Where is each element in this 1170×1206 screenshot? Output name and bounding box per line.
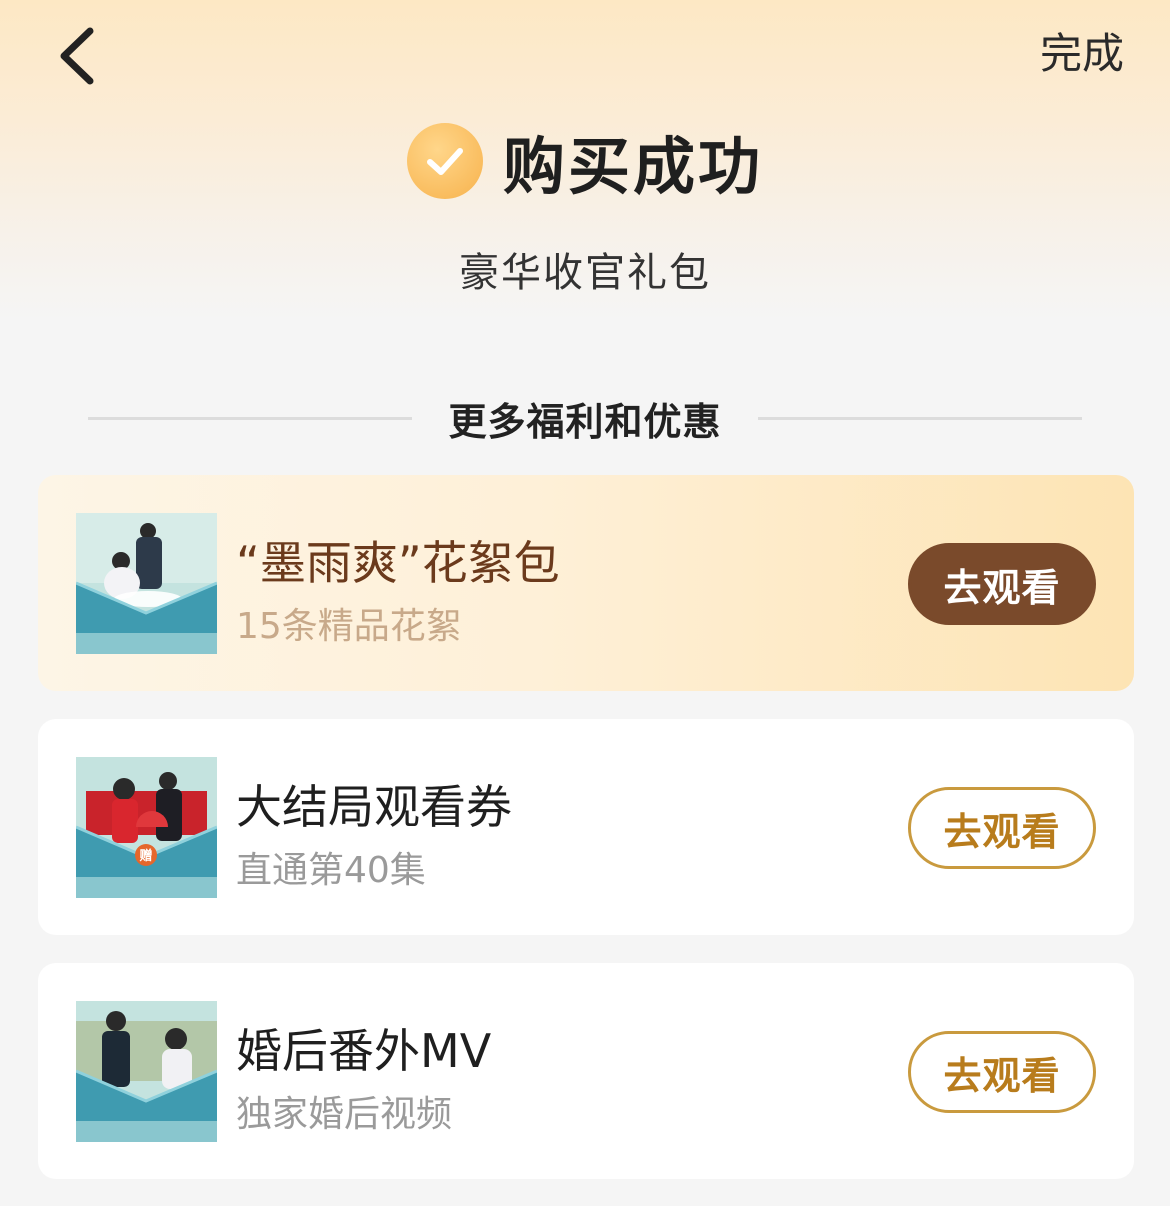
card-title: 大结局观看券 — [236, 780, 512, 834]
thumbnail-image — [76, 513, 217, 654]
section-title: 更多福利和优惠 — [448, 399, 722, 444]
benefit-card-mv[interactable]: 婚后番外MV 独家婚后视频 去观看 — [38, 963, 1134, 1179]
benefit-card-bloopers[interactable]: “墨雨爽”花絮包 15条精品花絮 去观看 — [38, 475, 1134, 691]
chevron-left-icon — [60, 27, 94, 85]
success-title: 购买成功 — [502, 130, 763, 203]
card-subtitle: 直通第40集 — [236, 850, 426, 891]
back-button[interactable] — [52, 26, 100, 86]
section-header: 更多福利和优惠 — [88, 392, 1082, 444]
card-title: 婚后番外MV — [236, 1024, 492, 1078]
card-subtitle: 独家婚后视频 — [236, 1094, 453, 1135]
watch-button[interactable]: 去观看 — [908, 1031, 1096, 1113]
watch-button[interactable]: 去观看 — [908, 543, 1096, 625]
done-button[interactable]: 完成 — [1040, 30, 1124, 78]
thumbnail-image — [76, 1001, 217, 1142]
check-circle-icon — [406, 123, 483, 199]
divider-right — [757, 416, 1082, 420]
package-name: 豪华收官礼包 — [459, 250, 711, 296]
card-title: “墨雨爽”花絮包 — [236, 536, 560, 590]
watch-button[interactable]: 去观看 — [908, 787, 1096, 869]
thumbnail-image: 赠 — [76, 757, 217, 898]
gift-badge: 赠 — [139, 849, 153, 864]
benefit-card-finale-ticket[interactable]: 赠 大结局观看券 直通第40集 去观看 — [38, 719, 1134, 935]
divider-left — [88, 416, 412, 420]
card-subtitle: 15条精品花絮 — [236, 606, 462, 647]
purchase-status: 购买成功 — [0, 116, 1170, 206]
